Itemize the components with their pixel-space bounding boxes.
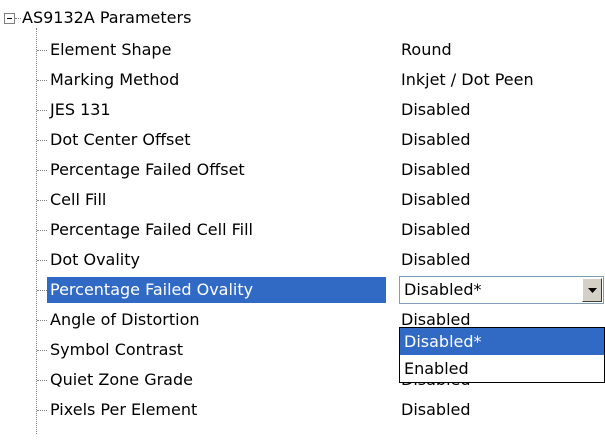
parameter-value[interactable]: Inkjet / Dot Peen [401,67,534,93]
tree-connector [37,350,47,351]
parameter-value[interactable]: Disabled [401,97,471,123]
tree-connector [15,18,21,19]
parameter-label[interactable]: Element Shape [47,37,174,63]
parameter-value[interactable]: Disabled [401,397,471,423]
tree-row-element-shape[interactable]: Element Shape Round [0,35,605,65]
parameter-label[interactable]: Quiet Zone Grade [47,367,196,393]
tree-row-pixels-per-element[interactable]: Pixels Per Element Disabled [0,395,605,425]
tree-row-percentage-failed-offset[interactable]: Percentage Failed Offset Disabled [0,155,605,185]
parameter-value[interactable]: Disabled [401,127,471,153]
parameter-label[interactable]: Dot Center Offset [47,127,193,153]
tree-connector [37,110,47,111]
chevron-down-icon [588,288,597,293]
tree-connector [37,200,47,201]
parameter-label[interactable]: Dot Ovality [47,247,143,273]
tree-row-dot-center-offset[interactable]: Dot Center Offset Disabled [0,125,605,155]
tree-connector [37,410,47,411]
tree-connector [37,290,47,291]
combobox-value[interactable]: Disabled* [404,277,482,303]
parameter-value[interactable]: Round [401,37,452,63]
parameter-value[interactable]: Disabled [401,157,471,183]
tree-connector [37,320,47,321]
tree-row-jes-131[interactable]: JES 131 Disabled [0,95,605,125]
tree-row-percentage-failed-ovality[interactable]: Percentage Failed Ovality Disabled* [0,275,605,305]
tree-connector [37,80,47,81]
dropdown-button[interactable] [582,278,602,302]
dropdown-option-disabled[interactable]: Disabled* [400,328,604,355]
parameter-label[interactable]: Angle of Distortion [47,307,203,333]
dropdown-list: Disabled* Enabled [399,327,605,383]
tree-row-marking-method[interactable]: Marking Method Inkjet / Dot Peen [0,65,605,95]
parameter-label[interactable]: Percentage Failed Cell Fill [47,217,256,243]
parameter-label[interactable]: JES 131 [47,97,114,123]
tree-connector [37,230,47,231]
parameter-value[interactable]: Disabled [401,217,471,243]
tree-row-percentage-failed-cell-fill[interactable]: Percentage Failed Cell Fill Disabled [0,215,605,245]
tree-connector [37,50,47,51]
tree-connector [37,140,47,141]
tree-connector [37,260,47,261]
tree-root-label[interactable]: AS9132A Parameters [22,8,191,28]
parameter-label[interactable]: Symbol Contrast [47,337,186,363]
parameter-label[interactable]: Cell Fill [47,187,109,213]
dropdown-option-enabled[interactable]: Enabled [400,355,604,382]
tree-connector [37,170,47,171]
tree-row-cell-fill[interactable]: Cell Fill Disabled [0,185,605,215]
value-combobox[interactable]: Disabled* [399,276,604,304]
parameter-label[interactable]: Pixels Per Element [47,397,200,423]
collapse-minus-icon[interactable] [4,13,15,24]
parameter-label[interactable]: Percentage Failed Ovality [47,277,386,303]
tree-row-dot-ovality[interactable]: Dot Ovality Disabled [0,245,605,275]
parameter-label[interactable]: Marking Method [47,67,182,93]
tree-connector [37,380,47,381]
parameter-value[interactable]: Disabled [401,187,471,213]
parameter-label[interactable]: Percentage Failed Offset [47,157,248,183]
parameter-value[interactable]: Disabled [401,247,471,273]
